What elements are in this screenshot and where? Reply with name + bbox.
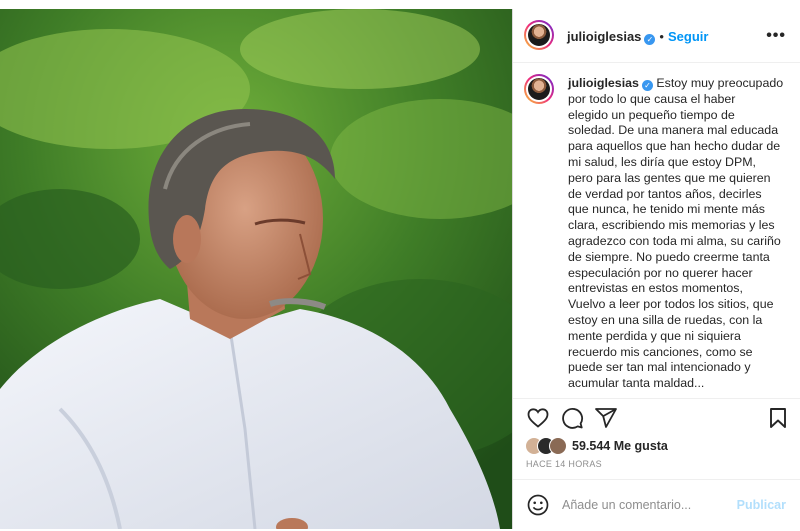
caption-username[interactable]: julioiglesias bbox=[568, 76, 639, 90]
header-username[interactable]: julioiglesias bbox=[567, 29, 641, 44]
bookmark-icon[interactable] bbox=[766, 406, 790, 430]
caption-avatar[interactable] bbox=[524, 74, 554, 104]
publish-button[interactable]: Publicar bbox=[737, 498, 786, 512]
comment-icon[interactable] bbox=[560, 406, 584, 430]
post-caption: julioiglesias ✓ Estoy muy preocupado por … bbox=[513, 63, 800, 399]
avatar[interactable] bbox=[524, 20, 554, 50]
man-in-white-shirt-photo bbox=[0, 9, 512, 529]
verified-badge-icon: ✓ bbox=[644, 34, 656, 45]
more-options-icon[interactable]: ••• bbox=[766, 27, 786, 45]
caption-block: julioiglesias ✓ Estoy muy preocupado por … bbox=[568, 76, 793, 392]
follow-button[interactable]: Seguir bbox=[668, 29, 708, 44]
verified-badge-icon: ✓ bbox=[641, 80, 653, 91]
comment-box: Añade un comentario... Publicar bbox=[513, 479, 800, 529]
caption-text: Estoy muy preocupado por todo lo que cau… bbox=[568, 76, 784, 391]
likes-row: 59.544 Me gusta bbox=[525, 437, 785, 457]
post-actions bbox=[513, 403, 800, 433]
post-photo[interactable] bbox=[0, 9, 512, 529]
emoji-icon[interactable] bbox=[526, 493, 550, 517]
liker-avatar[interactable] bbox=[549, 437, 567, 455]
post-header: julioiglesias ✓ • Seguir ••• bbox=[513, 9, 800, 63]
post-sidebar: julioiglesias ✓ • Seguir ••• julioiglesias ✓… bbox=[512, 9, 800, 529]
heart-icon[interactable] bbox=[526, 406, 550, 430]
separator-dot: • bbox=[659, 29, 664, 44]
comment-input[interactable]: Añade un comentario... bbox=[562, 498, 691, 512]
likes-count[interactable]: 59.544 Me gusta bbox=[572, 439, 668, 453]
share-icon[interactable] bbox=[594, 406, 618, 430]
post-timestamp[interactable]: HACE 14 HORAS bbox=[526, 459, 602, 469]
instagram-post: julioiglesias ✓ • Seguir ••• julioiglesias ✓… bbox=[0, 0, 800, 531]
